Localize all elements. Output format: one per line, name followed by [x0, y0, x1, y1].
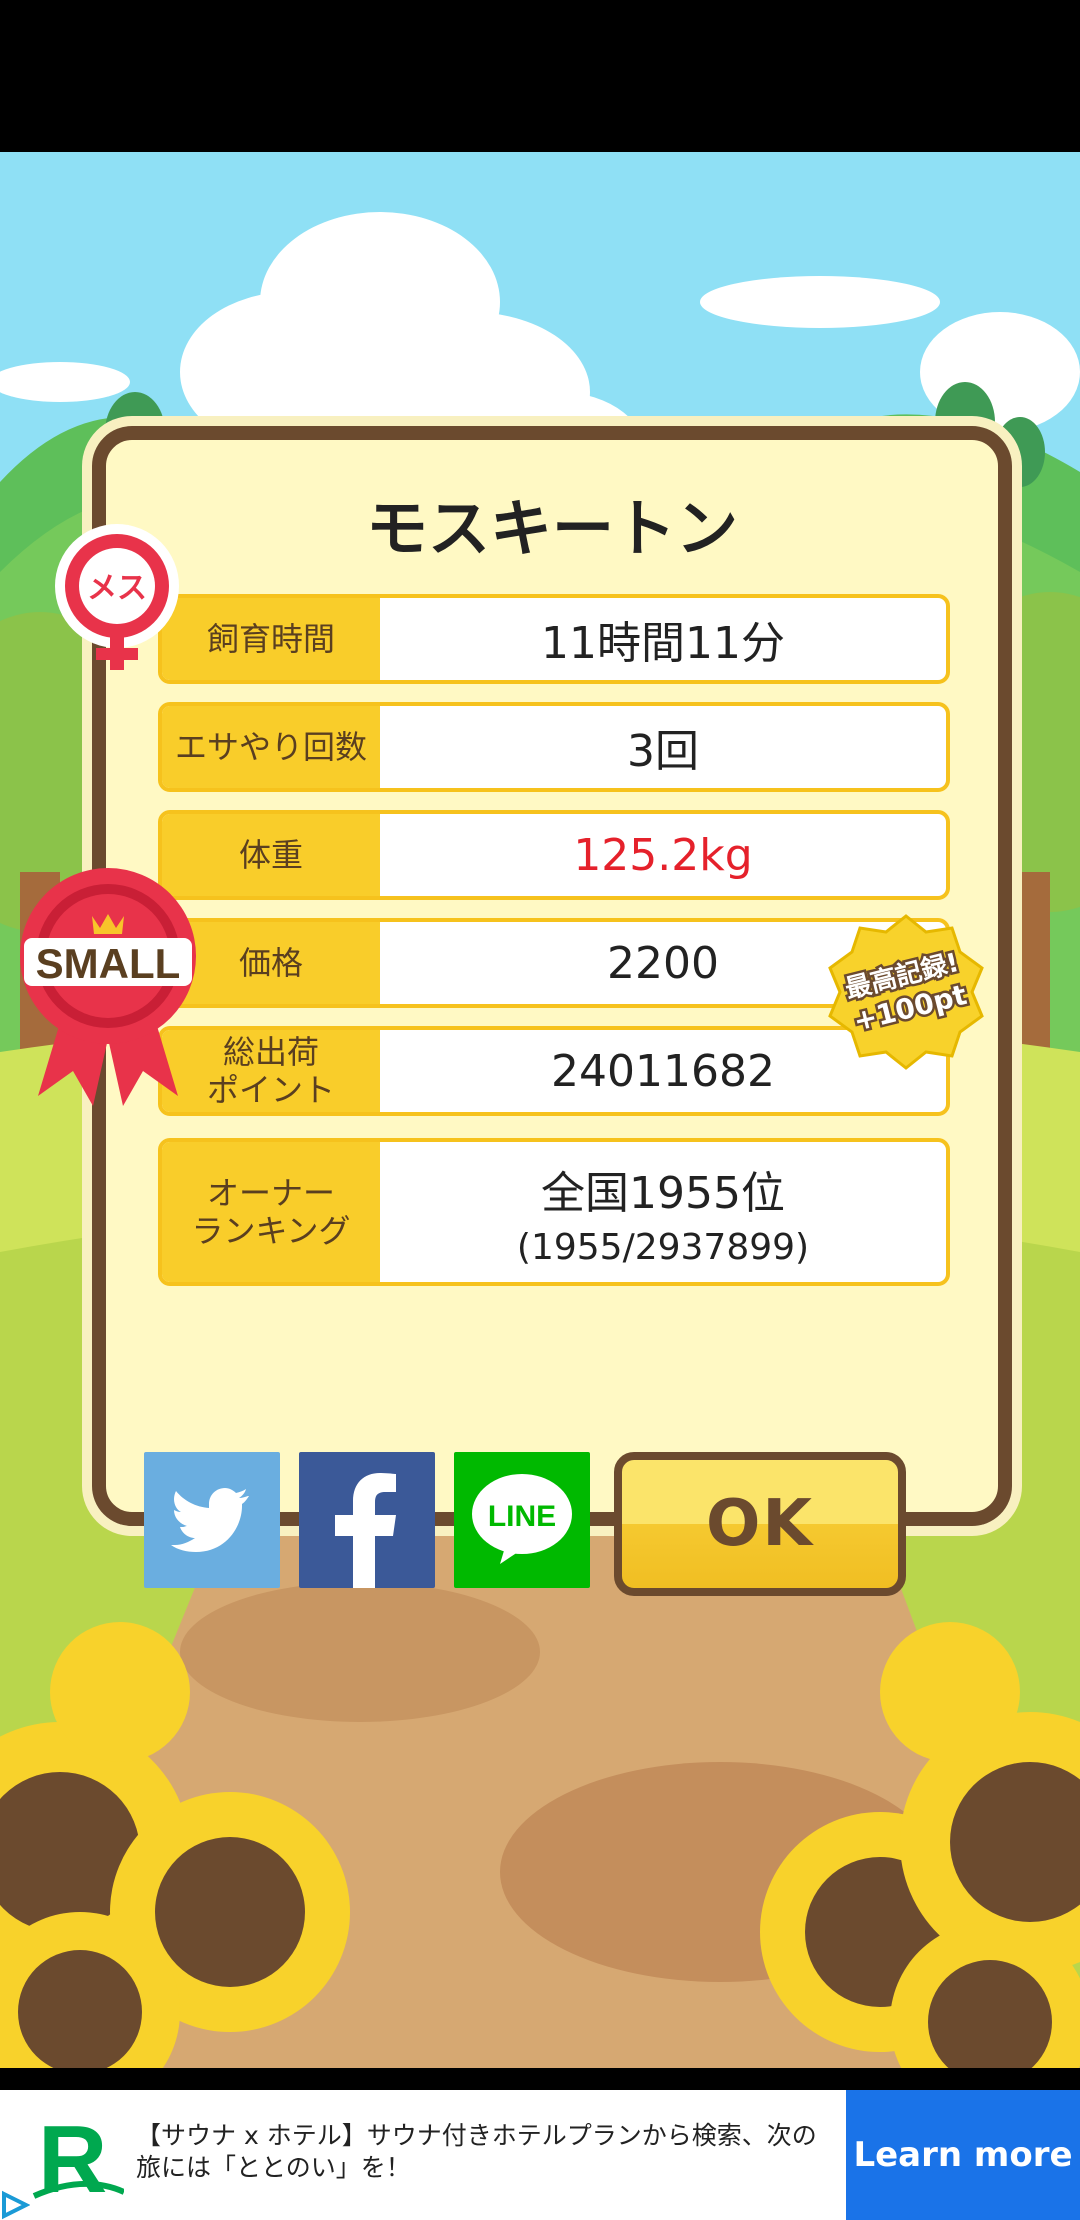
- row-value: 11時間11分: [541, 618, 785, 669]
- facebook-share-button[interactable]: [299, 1452, 435, 1588]
- size-ribbon-badge: SMALL: [20, 868, 196, 1106]
- row-label: 飼育時間: [162, 598, 380, 680]
- row-weight: 体重 125.2kg: [158, 810, 950, 900]
- line-logo-text: LINE: [488, 1500, 556, 1533]
- row-value: 全国1955位 (1955/2937899): [380, 1142, 946, 1282]
- ranking-detail: (1955/2937899): [516, 1226, 810, 1268]
- female-badge: メス: [55, 524, 179, 670]
- record-badge: 最高記録! +100pt: [828, 914, 984, 1070]
- ad-text: 【サウナ x ホテル】サウナ付きホテルプランから検索、次の旅には「ととのい」を！: [136, 2121, 817, 2182]
- status-bar: [0, 0, 1080, 152]
- twitter-share-button[interactable]: [144, 1452, 280, 1588]
- size-label: SMALL: [36, 940, 181, 987]
- character-name: モスキートン: [365, 492, 738, 565]
- row-label: オーナー ランキング: [162, 1142, 380, 1282]
- ok-button[interactable]: OK: [614, 1452, 906, 1596]
- row-value: 125.2kg: [573, 829, 753, 881]
- ad-logo-icon: R: [32, 2106, 124, 2204]
- learn-more-button[interactable]: Learn more: [846, 2090, 1080, 2220]
- line-icon: LINE: [472, 1474, 572, 1564]
- twitter-icon: [171, 1488, 249, 1552]
- ad-choices-icon[interactable]: [0, 2190, 30, 2220]
- row-owner-ranking: オーナー ランキング 全国1955位 (1955/2937899): [158, 1138, 950, 1286]
- facebook-icon: [335, 1473, 396, 1588]
- gender-label: メス: [87, 571, 147, 606]
- ad-banner[interactable]: R 【サウナ x ホテル】サウナ付きホテルプランから検索、次の旅には「ととのい」…: [0, 2090, 1080, 2220]
- row-label: エサやり回数: [162, 706, 380, 788]
- ranking-value: 全国1955位: [541, 1167, 785, 1219]
- row-feeding-count: エサやり回数 3回: [158, 702, 950, 792]
- row-value: 3回: [627, 726, 699, 777]
- row-breeding-time: 飼育時間 11時間11分: [158, 594, 950, 684]
- line-share-button[interactable]: LINE: [454, 1452, 590, 1588]
